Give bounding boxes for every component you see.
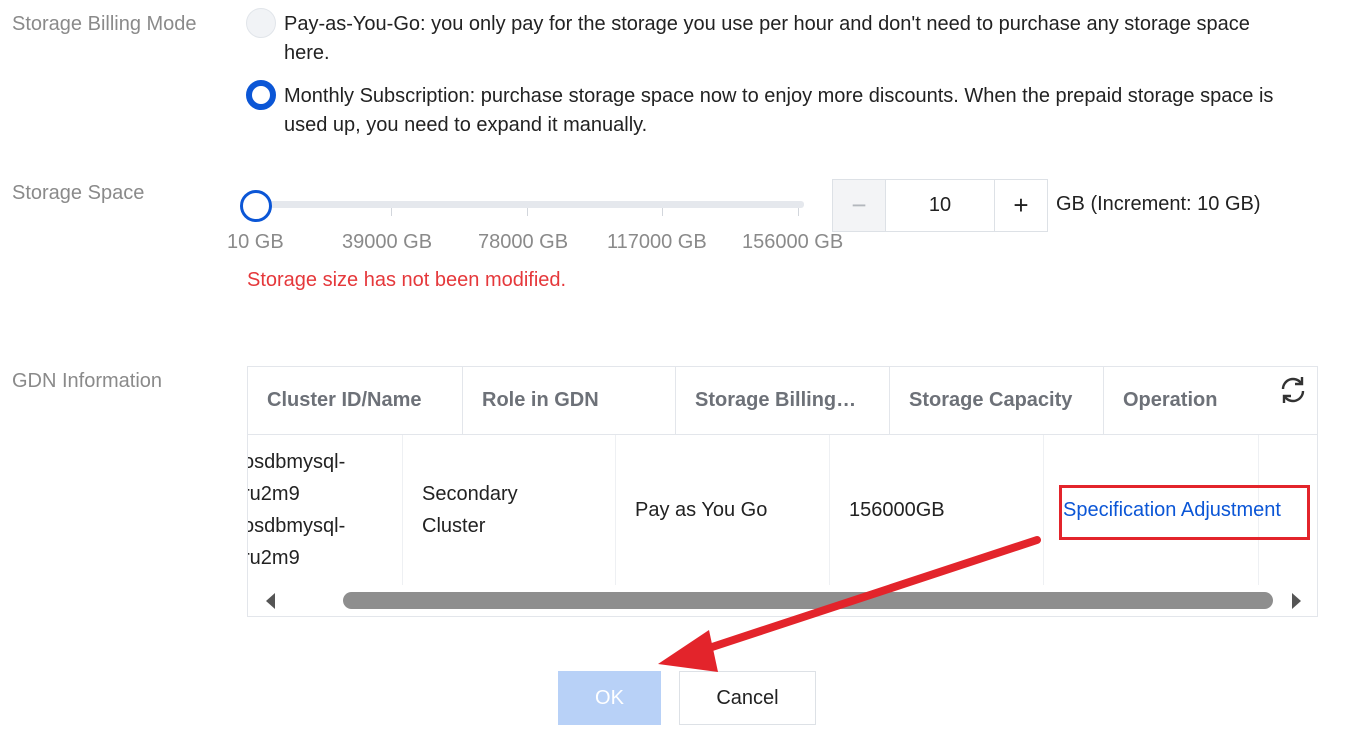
radio-pay-as-you-go-label[interactable]: Pay-as-You-Go: you only pay for the stor…	[284, 10, 1274, 68]
cluster-name-text: ru2m9	[247, 547, 300, 569]
annotation-highlight-box	[1059, 485, 1310, 540]
radio-pay-as-you-go-button[interactable]	[246, 8, 276, 38]
stepper-value-input[interactable]: 10	[886, 180, 994, 231]
column-header-billing: Storage Billing…	[676, 367, 890, 434]
column-header-capacity: Storage Capacity	[890, 367, 1104, 434]
storage-slider-track[interactable]	[254, 201, 804, 208]
table-header: Cluster ID/Name Role in GDN Storage Bill…	[248, 367, 1317, 435]
column-header-role: Role in GDN	[463, 367, 676, 434]
slider-tick-label: 39000 GB	[342, 231, 433, 253]
cancel-button[interactable]: Cancel	[679, 671, 816, 725]
column-header-cluster: Cluster ID/Name	[248, 367, 463, 434]
cell-capacity: 156000GB	[830, 435, 1044, 585]
table-horizontal-scrollbar[interactable]	[248, 585, 1317, 616]
slider-tick-label: 117000 GB	[607, 231, 707, 253]
radio-pay-as-you-go[interactable]: Pay-as-You-Go: you only pay for the stor…	[246, 8, 1274, 68]
storage-stepper: − 10 +	[832, 179, 1048, 232]
scroll-left-arrow-icon[interactable]	[266, 593, 275, 609]
storage-slider-handle[interactable]	[240, 190, 272, 222]
cell-role: Secondary Cluster	[403, 435, 616, 585]
gdn-information-label: GDN Information	[12, 370, 163, 392]
slider-tick	[798, 208, 799, 216]
ok-button[interactable]: OK	[558, 671, 661, 725]
radio-monthly-subscription-button[interactable]	[246, 80, 276, 110]
cluster-name-text: osdbmysql-	[247, 515, 346, 537]
billing-mode-label: Storage Billing Mode	[12, 13, 197, 35]
cluster-id-text: ru2m9	[247, 483, 300, 505]
cell-billing: Pay as You Go	[616, 435, 830, 585]
scroll-right-arrow-icon[interactable]	[1292, 593, 1301, 609]
stepper-increment-button[interactable]: +	[994, 180, 1047, 231]
refresh-icon[interactable]	[1278, 375, 1308, 405]
slider-tick	[662, 208, 663, 216]
slider-tick-label: 78000 GB	[478, 231, 569, 253]
radio-monthly-subscription[interactable]: Monthly Subscription: purchase storage s…	[246, 80, 1274, 140]
slider-tick	[391, 208, 392, 216]
slider-tick-label: 10 GB	[227, 231, 284, 253]
slider-tick	[527, 208, 528, 216]
stepper-decrement-button[interactable]: −	[833, 180, 886, 231]
storage-error-message: Storage size has not been modified.	[247, 269, 567, 291]
role-text: Cluster	[422, 515, 486, 537]
radio-monthly-subscription-label[interactable]: Monthly Subscription: purchase storage s…	[284, 82, 1274, 140]
cluster-id-text: osdbmysql-	[247, 451, 346, 473]
storage-unit-text: GB (Increment: 10 GB)	[1056, 193, 1261, 215]
cell-cluster: osdbmysql- ru2m9 osdbmysql- ru2m9	[247, 435, 403, 585]
slider-tick-label: 156000 GB	[742, 231, 844, 253]
role-text: Secondary	[422, 483, 518, 505]
scroll-thumb[interactable]	[343, 592, 1273, 609]
storage-space-label: Storage Space	[12, 182, 145, 204]
